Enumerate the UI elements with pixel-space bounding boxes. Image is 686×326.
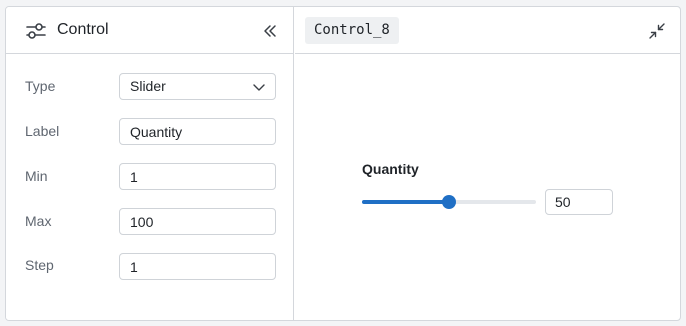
field-label-label: Label (25, 123, 60, 139)
panel-header: Control (6, 7, 293, 54)
app-frame: Control Type Slider Label Min Max Step (5, 6, 681, 321)
type-select[interactable]: Slider (119, 73, 276, 100)
slider-fill (362, 200, 449, 204)
slider-thumb[interactable] (442, 195, 456, 209)
chevron-down-icon (253, 84, 265, 91)
field-label-min: Min (25, 168, 48, 184)
type-select-value: Slider (130, 78, 166, 94)
tab-control-name[interactable]: Control_8 (305, 17, 399, 44)
preview-panel: Control_8 Quantity (295, 7, 680, 320)
max-input[interactable] (119, 208, 276, 235)
sliders-icon (26, 23, 46, 39)
panel-title: Control (57, 21, 109, 38)
quantity-slider[interactable] (362, 193, 536, 211)
slider-widget-label: Quantity (362, 161, 419, 177)
control-settings-panel: Control Type Slider Label Min Max Step (6, 7, 294, 320)
field-label-type: Type (25, 78, 56, 94)
field-label-step: Step (25, 257, 54, 273)
field-label-max: Max (25, 213, 52, 229)
minimize-arrows-icon[interactable] (648, 22, 666, 40)
slider-value-input[interactable] (545, 189, 613, 215)
step-input[interactable] (119, 253, 276, 280)
double-chevron-left-icon[interactable] (262, 23, 278, 39)
preview-header: Control_8 (295, 7, 680, 54)
label-input[interactable] (119, 118, 276, 145)
min-input[interactable] (119, 163, 276, 190)
